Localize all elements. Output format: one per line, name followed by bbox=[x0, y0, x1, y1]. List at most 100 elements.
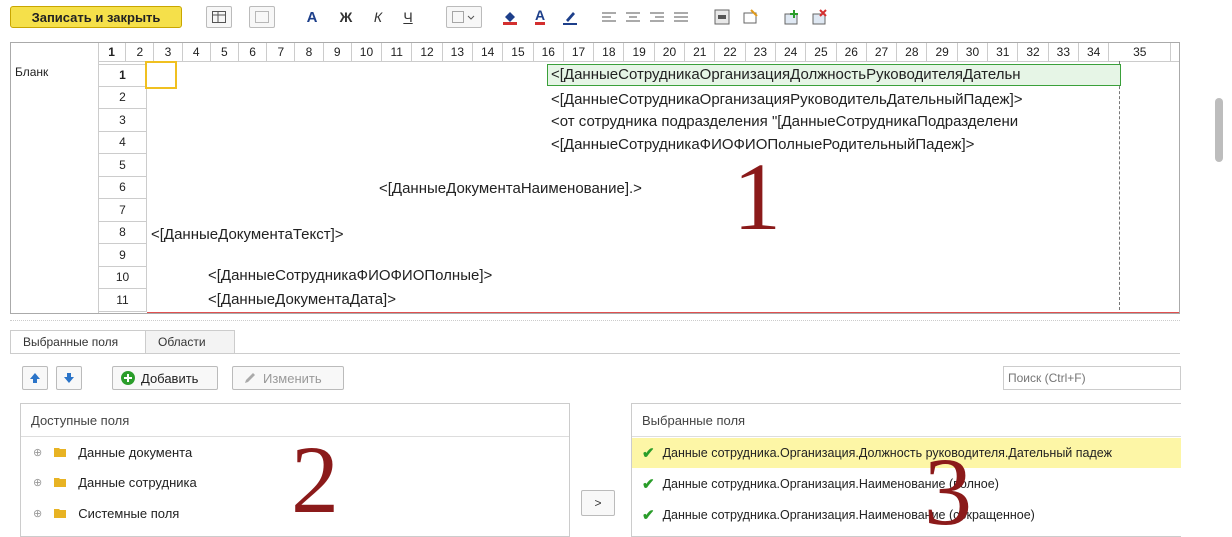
column-header[interactable]: 34 bbox=[1079, 43, 1110, 61]
tab-selected-fields-label: Выбранные поля bbox=[23, 335, 119, 349]
selected-field-row[interactable]: ✔ Данные сотрудника.Организация.Должност… bbox=[632, 438, 1181, 468]
cell-r2[interactable]: <[ДанныеСотрудникаОрганизацияРуководител… bbox=[551, 91, 1023, 108]
italic-button[interactable]: К bbox=[368, 6, 388, 28]
row-header[interactable]: 1 bbox=[98, 64, 147, 87]
edit-button[interactable]: Изменить bbox=[232, 366, 344, 390]
row-header[interactable]: 9 bbox=[98, 244, 147, 267]
column-header[interactable]: 11 bbox=[382, 43, 413, 61]
cell-r8[interactable]: <[ДанныеДокументаТекст]> bbox=[151, 226, 344, 243]
column-header[interactable]: 1 bbox=[98, 43, 127, 61]
add-button[interactable]: Добавить bbox=[112, 366, 218, 390]
column-header[interactable]: 22 bbox=[715, 43, 746, 61]
column-header[interactable]: 4 bbox=[183, 43, 211, 61]
row-header[interactable]: 6 bbox=[98, 176, 147, 199]
move-up-button[interactable] bbox=[22, 366, 48, 390]
column-header[interactable]: 28 bbox=[897, 43, 928, 61]
column-header[interactable]: 9 bbox=[324, 43, 352, 61]
fill-color-icon[interactable] bbox=[500, 6, 520, 28]
column-header[interactable]: 18 bbox=[594, 43, 625, 61]
search-input[interactable] bbox=[1003, 366, 1181, 390]
selected-field-row[interactable]: ✔ Данные сотрудника.Организация.Наименов… bbox=[632, 469, 1181, 499]
expand-icon[interactable]: ⊕ bbox=[33, 446, 42, 459]
column-header[interactable]: 5 bbox=[211, 43, 239, 61]
active-cell[interactable] bbox=[145, 61, 177, 89]
row-header[interactable]: 7 bbox=[98, 199, 147, 222]
delete-row-icon[interactable] bbox=[810, 6, 830, 28]
column-header[interactable]: 29 bbox=[928, 43, 958, 61]
column-header[interactable]: 12 bbox=[412, 43, 443, 61]
column-header[interactable]: 33 bbox=[1049, 43, 1079, 61]
column-header[interactable]: 26 bbox=[837, 43, 867, 61]
splitter[interactable] bbox=[10, 320, 1180, 321]
column-header[interactable]: 3 bbox=[154, 43, 183, 61]
row-header[interactable]: 4 bbox=[98, 131, 147, 154]
expand-icon[interactable]: ⊕ bbox=[33, 507, 42, 520]
column-header[interactable]: 15 bbox=[503, 43, 534, 61]
row-header[interactable]: 10 bbox=[98, 266, 147, 289]
column-header[interactable]: 27 bbox=[867, 43, 898, 61]
row-header[interactable]: 2 bbox=[98, 86, 147, 109]
area-gutter bbox=[11, 43, 99, 313]
tree-item-system-fields[interactable]: ⊕ Системные поля bbox=[33, 499, 179, 527]
align-justify-icon[interactable] bbox=[672, 6, 690, 28]
tab-selected-fields[interactable]: Выбранные поля bbox=[10, 330, 158, 353]
table-icon[interactable] bbox=[206, 6, 232, 28]
expand-icon[interactable]: ⊕ bbox=[33, 476, 42, 489]
insert-row-icon[interactable] bbox=[782, 6, 802, 28]
font-color-button[interactable]: A bbox=[530, 6, 550, 28]
spreadsheet-area[interactable]: Бланк 1 2 3 4 5 6 7 8 9 10 11 12 13 14 15 16 17 18 19 20 21 2… bbox=[10, 42, 1180, 314]
column-header[interactable]: 19 bbox=[625, 43, 655, 61]
column-header[interactable]: 31 bbox=[988, 43, 1019, 61]
tree-item-document-data[interactable]: ⊕ Данные документа bbox=[33, 438, 192, 466]
vertical-scrollbar[interactable] bbox=[1215, 98, 1223, 162]
column-header[interactable]: 24 bbox=[776, 43, 807, 61]
highlight-pen-icon[interactable] bbox=[560, 6, 580, 28]
cell-r10[interactable]: <[ДанныеСотрудникаФИОФИОПолные]> bbox=[208, 267, 492, 284]
column-header[interactable]: 13 bbox=[443, 43, 473, 61]
tab-areas[interactable]: Области bbox=[145, 330, 235, 353]
column-header[interactable]: 17 bbox=[564, 43, 595, 61]
align-left-icon[interactable] bbox=[600, 6, 618, 28]
column-header[interactable]: 21 bbox=[685, 43, 716, 61]
column-header[interactable]: 30 bbox=[958, 43, 989, 61]
add-button-label: Добавить bbox=[141, 370, 199, 386]
merge-cells-icon[interactable] bbox=[712, 6, 732, 28]
column-header[interactable]: 20 bbox=[655, 43, 686, 61]
move-down-button[interactable] bbox=[56, 366, 82, 390]
column-header[interactable]: 2 bbox=[126, 43, 155, 61]
cell-r3[interactable]: <от сотрудника подразделения "[ДанныеСот… bbox=[551, 113, 1018, 130]
available-fields-panel: Доступные поля ⊕ Данные документа ⊕ Данн… bbox=[20, 403, 570, 537]
column-header[interactable]: 8 bbox=[295, 43, 324, 61]
save-and-close-button[interactable]: Записать и закрыть bbox=[10, 6, 182, 28]
cell-r1[interactable]: <[ДанныеСотрудникаОрганизацияДолжностьРу… bbox=[551, 66, 1021, 83]
borders-dropdown[interactable] bbox=[446, 6, 482, 28]
column-header[interactable]: 32 bbox=[1018, 43, 1049, 61]
align-center-icon[interactable] bbox=[624, 6, 642, 28]
column-header[interactable]: 25 bbox=[806, 43, 837, 61]
grid-icon[interactable] bbox=[249, 6, 275, 28]
cell-r6[interactable]: <[ДанныеДокументаНаименование].> bbox=[379, 180, 642, 197]
column-header[interactable]: 6 bbox=[239, 43, 268, 61]
column-header[interactable]: 35 bbox=[1109, 43, 1172, 61]
bold-button[interactable]: Ж bbox=[336, 6, 356, 28]
font-size-button[interactable]: A bbox=[302, 6, 322, 28]
row-header[interactable]: 11 bbox=[98, 289, 147, 312]
row-header[interactable]: 3 bbox=[98, 109, 147, 132]
column-header[interactable]: 23 bbox=[746, 43, 776, 61]
selected-field-row[interactable]: ✔ Данные сотрудника.Организация.Наименов… bbox=[632, 500, 1181, 530]
cell-r11[interactable]: <[ДанныеДокументаДата]> bbox=[208, 291, 396, 308]
column-header[interactable]: 10 bbox=[352, 43, 383, 61]
column-header[interactable]: 14 bbox=[473, 43, 504, 61]
move-right-button[interactable]: > bbox=[581, 490, 615, 516]
underline-button[interactable]: Ч bbox=[398, 6, 418, 28]
tree-item-employee-data[interactable]: ⊕ Данные сотрудника bbox=[33, 468, 197, 496]
align-right-icon[interactable] bbox=[648, 6, 666, 28]
check-icon[interactable]: ✔ bbox=[642, 506, 655, 524]
column-header[interactable]: 16 bbox=[534, 43, 564, 61]
check-icon[interactable]: ✔ bbox=[642, 475, 655, 493]
row-header[interactable]: 8 bbox=[98, 221, 147, 244]
cell-properties-icon[interactable] bbox=[740, 6, 760, 28]
check-icon[interactable]: ✔ bbox=[642, 444, 655, 462]
row-header[interactable]: 5 bbox=[98, 154, 147, 177]
column-header[interactable]: 7 bbox=[267, 43, 296, 61]
